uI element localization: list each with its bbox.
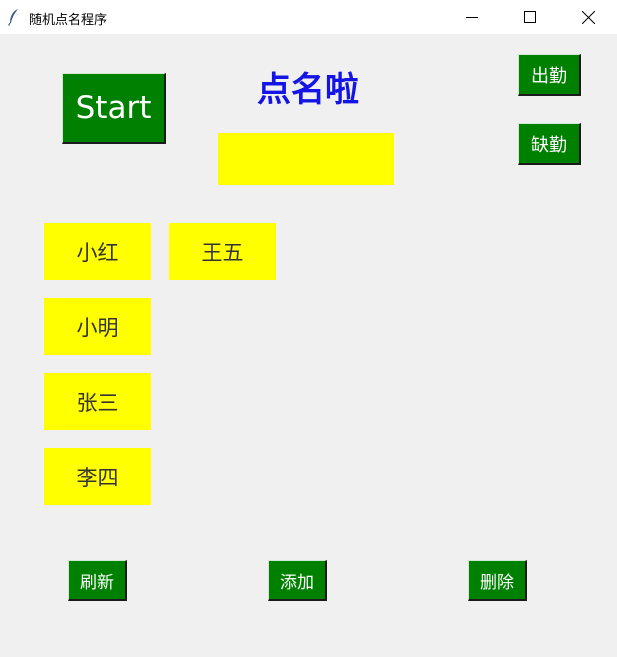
name-item[interactable]: 小红	[44, 223, 151, 280]
window-title: 随机点名程序	[29, 13, 108, 28]
name-item[interactable]: 李四	[44, 448, 151, 505]
minimize-icon	[466, 17, 478, 18]
delete-button[interactable]: 删除	[468, 560, 527, 601]
name-item[interactable]: 张三	[44, 373, 151, 430]
name-item[interactable]: 王五	[169, 223, 276, 280]
page-title: 点名啦	[257, 70, 359, 110]
start-button[interactable]: Start	[62, 73, 166, 144]
name-item[interactable]: 小明	[44, 298, 151, 355]
title-bar: 随机点名程序	[0, 0, 617, 34]
maximize-button[interactable]	[507, 0, 553, 34]
selected-name-display	[218, 133, 394, 185]
close-button[interactable]	[565, 0, 611, 34]
add-button[interactable]: 添加	[268, 560, 327, 601]
maximize-icon	[524, 11, 536, 23]
absent-button[interactable]: 缺勤	[518, 123, 581, 165]
refresh-button[interactable]: 刷新	[68, 560, 127, 601]
feather-icon	[7, 8, 21, 26]
close-icon	[582, 11, 595, 24]
present-button[interactable]: 出勤	[518, 54, 581, 96]
minimize-button[interactable]	[449, 0, 495, 34]
